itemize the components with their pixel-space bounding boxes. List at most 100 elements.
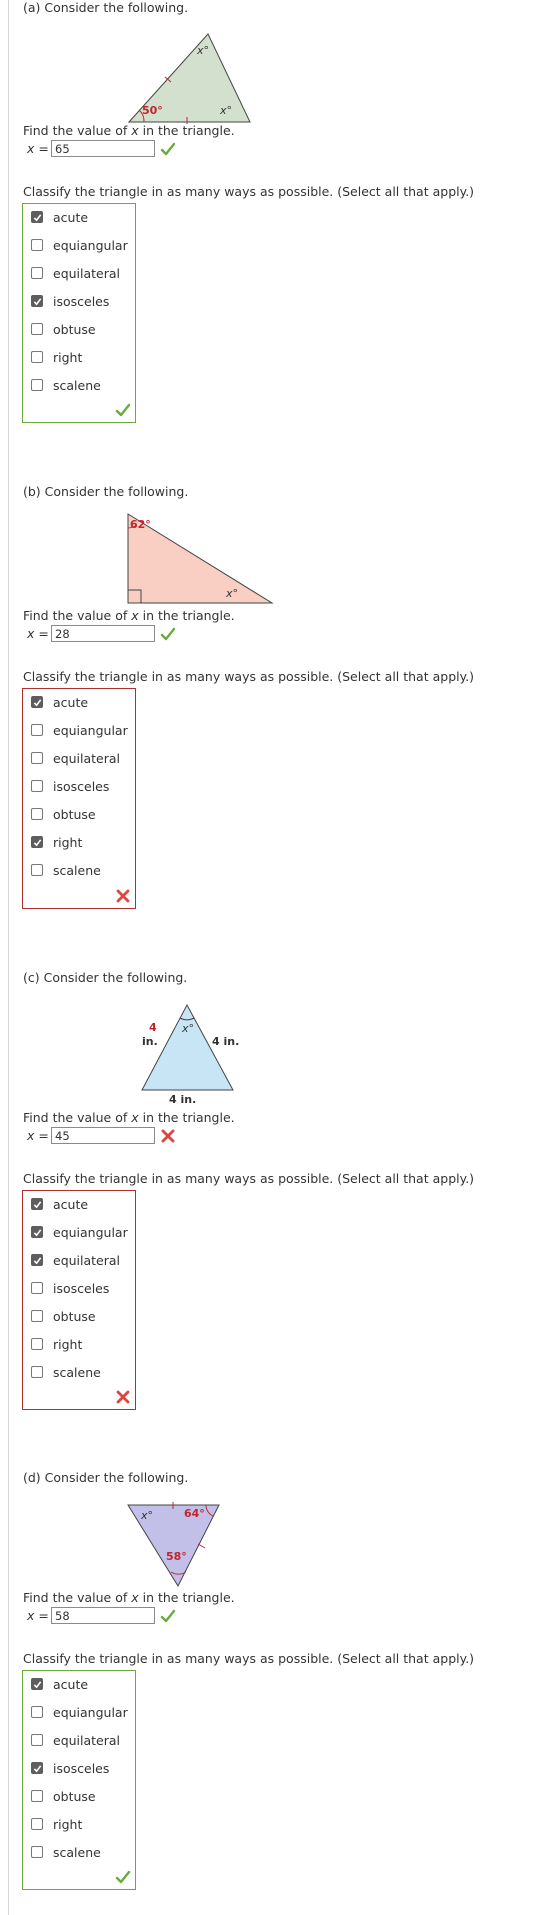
checkbox-unchecked[interactable] [31,1282,43,1294]
triangle-d-x-label: x° [140,1509,153,1522]
option-scalene[interactable]: scalene [31,377,101,393]
part-d-answer-row: x = 58 [27,1607,176,1624]
part-d-answer-input[interactable]: 58 [51,1607,155,1624]
checkbox-checked[interactable] [31,1226,43,1238]
part-b-find-prompt: Find the value of x in the triangle. [23,608,235,623]
checkbox-checked[interactable] [31,1762,43,1774]
checkbox-checked[interactable] [31,295,43,307]
check-icon [160,142,176,155]
option-right[interactable]: right [31,1816,82,1832]
part-c-title: (c) Consider the following. [23,970,188,985]
checkbox-unchecked[interactable] [31,267,43,279]
checkbox-unchecked[interactable] [31,379,43,391]
checkbox-unchecked[interactable] [31,1846,43,1858]
option-right[interactable]: right [31,834,82,850]
option-label: acute [53,1196,89,1212]
option-scalene[interactable]: scalene [31,862,101,878]
checkbox-checked[interactable] [31,1254,43,1266]
option-scalene[interactable]: scalene [31,1364,101,1380]
checkbox-unchecked[interactable] [31,1706,43,1718]
triangle-d-top-right-angle: 64° [184,1507,205,1520]
checkbox-unchecked[interactable] [31,808,43,820]
triangle-c-x-label: x° [181,1022,194,1035]
checkbox-unchecked[interactable] [31,1338,43,1350]
option-obtuse[interactable]: obtuse [31,321,96,337]
part-d-classify-prompt: Classify the triangle in as many ways as… [23,1651,475,1666]
option-right[interactable]: right [31,349,82,365]
option-label: equilateral [53,1252,121,1268]
option-label: equiangular [53,1224,128,1240]
option-label: scalene [53,377,101,393]
triangle-c-bottom-side-label: 4 in. [169,1093,196,1104]
option-equilateral[interactable]: equilateral [31,1252,120,1268]
option-label: scalene [53,1364,101,1380]
option-acute[interactable]: acute [31,1196,88,1212]
option-isosceles[interactable]: isosceles [31,293,109,309]
part-b-answer-input[interactable]: 28 [51,625,155,642]
triangle-b-angle-label: 62° [130,518,151,531]
checkbox-unchecked[interactable] [31,1310,43,1322]
checkbox-unchecked[interactable] [31,351,43,363]
triangle-a-x-right: x° [219,104,232,117]
part-d-options-box: acute equiangular equilateral isosceles … [22,1670,136,1890]
triangle-d-figure: x° 64° 58° [127,1502,220,1588]
option-obtuse[interactable]: obtuse [31,806,96,822]
checkbox-checked[interactable] [31,1198,43,1210]
checkbox-checked[interactable] [31,211,43,223]
part-b-classify-prompt: Classify the triangle in as many ways as… [23,669,475,684]
option-label: acute [53,1676,89,1692]
part-a-answer-input[interactable]: 65 [51,140,155,157]
part-b-title: (b) Consider the following. [23,484,189,499]
checkbox-unchecked[interactable] [31,780,43,792]
option-equilateral[interactable]: equilateral [31,265,120,281]
triangle-a-figure: 50° x° x° [128,33,251,124]
option-acute[interactable]: acute [31,694,88,710]
option-obtuse[interactable]: obtuse [31,1788,96,1804]
option-equilateral[interactable]: equilateral [31,750,120,766]
checkbox-checked[interactable] [31,1678,43,1690]
option-label: isosceles [53,1280,110,1296]
checkbox-unchecked[interactable] [31,1790,43,1802]
triangle-c-left-side-unit: in. [142,1035,158,1048]
option-label: isosceles [53,1760,110,1776]
option-label: right [53,349,83,365]
checkbox-unchecked[interactable] [31,1366,43,1378]
option-label: right [53,834,83,850]
option-equiangular[interactable]: equiangular [31,722,128,738]
part-c-answer-input[interactable]: 45 [51,1127,155,1144]
checkbox-checked[interactable] [31,836,43,848]
checkbox-unchecked[interactable] [31,239,43,251]
part-a-title: (a) Consider the following. [23,0,189,15]
checkbox-unchecked[interactable] [31,752,43,764]
option-isosceles[interactable]: isosceles [31,1760,109,1776]
option-acute[interactable]: acute [31,1676,88,1692]
triangle-b-x-label: x° [225,587,238,600]
part-c-options-box: acute equiangular equilateral isosceles … [22,1190,136,1410]
option-equilateral[interactable]: equilateral [31,1732,120,1748]
checkbox-unchecked[interactable] [31,323,43,335]
option-label: obtuse [53,806,96,822]
option-label: equiangular [53,237,128,253]
check-icon [115,1870,131,1884]
option-equiangular[interactable]: equiangular [31,1704,128,1720]
option-isosceles[interactable]: isosceles [31,778,109,794]
checkbox-checked[interactable] [31,696,43,708]
option-label: acute [53,694,89,710]
option-label: equilateral [53,750,121,766]
option-isosceles[interactable]: isosceles [31,1280,109,1296]
option-equiangular[interactable]: equiangular [31,237,128,253]
option-label: scalene [53,1844,101,1860]
option-scalene[interactable]: scalene [31,1844,101,1860]
part-a-classify-prompt: Classify the triangle in as many ways as… [23,184,475,199]
option-equiangular[interactable]: equiangular [31,1224,128,1240]
checkbox-unchecked[interactable] [31,1734,43,1746]
triangle-c-left-side-number: 4 [149,1021,157,1034]
checkbox-unchecked[interactable] [31,864,43,876]
option-obtuse[interactable]: obtuse [31,1308,96,1324]
option-acute[interactable]: acute [31,209,88,225]
part-d-title: (d) Consider the following. [23,1470,189,1485]
checkbox-unchecked[interactable] [31,1818,43,1830]
triangle-b-figure: 62° x° [127,513,274,604]
option-right[interactable]: right [31,1336,82,1352]
checkbox-unchecked[interactable] [31,724,43,736]
